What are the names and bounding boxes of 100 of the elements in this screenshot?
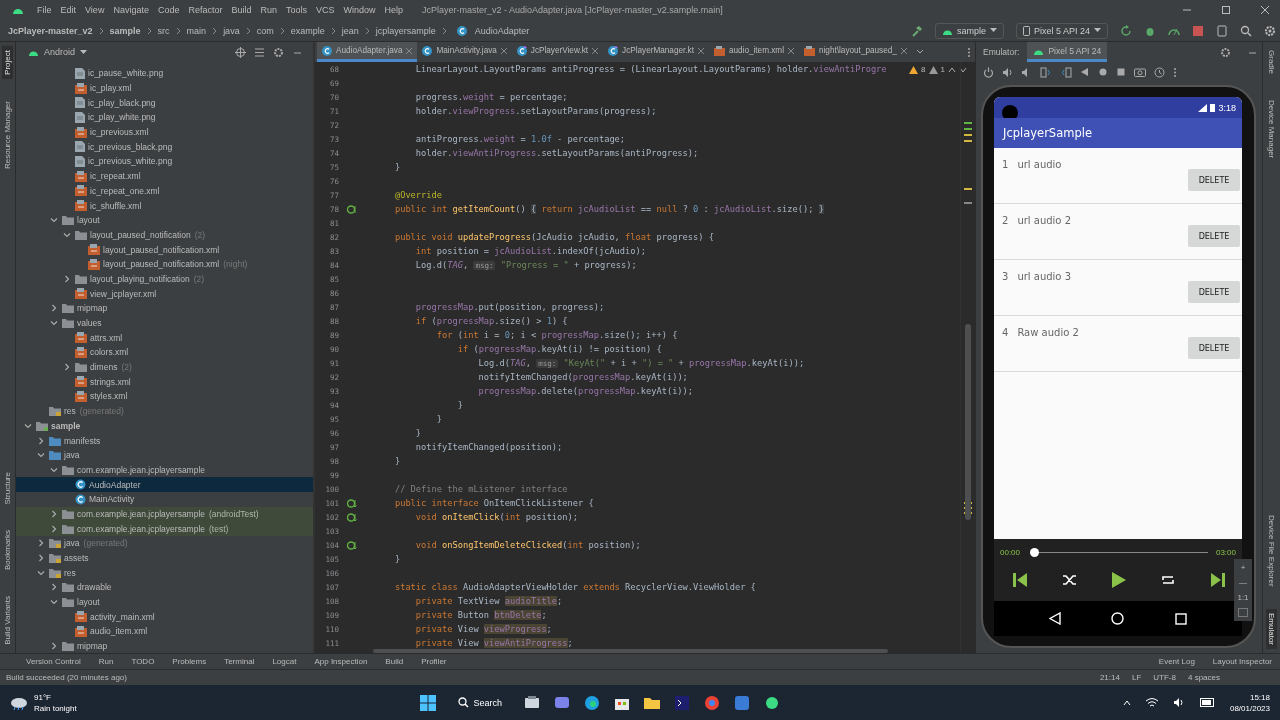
tree-item[interactable]: manifests — [16, 433, 313, 448]
clock-date[interactable]: 08/01/2023 — [1229, 702, 1270, 714]
tool-window-button[interactable]: Terminal — [224, 657, 255, 666]
menu-item[interactable]: Refactor — [188, 5, 223, 15]
tree-item[interactable]: audio_item.xml — [16, 624, 313, 639]
tree-item[interactable]: mipmap — [16, 638, 313, 654]
audio-title[interactable]: url audio 3 — [1017, 271, 1072, 282]
tool-window-button[interactable]: Run — [98, 657, 114, 666]
tree-item[interactable]: MainActivity — [16, 491, 313, 507]
device-dropdown[interactable]: Pixel 5 API 24 — [1015, 22, 1108, 39]
menu-item[interactable]: Tools — [286, 5, 307, 15]
breadcrumb[interactable]: src — [157, 25, 170, 36]
delete-button[interactable]: DELETE — [1188, 337, 1240, 359]
tool-window-tab[interactable]: Gradle — [1266, 46, 1277, 78]
tree-item[interactable]: view_jcplayer.xml — [16, 286, 313, 301]
tool-window-tab[interactable]: Device Manager — [1266, 96, 1277, 163]
tree-item[interactable]: ic_shuffle.xml — [16, 198, 313, 213]
project-view-dropdown[interactable]: Android — [24, 47, 92, 57]
audio-title[interactable]: url audio — [1017, 159, 1062, 170]
breadcrumb[interactable]: jean — [341, 25, 359, 36]
search-button[interactable]: Search — [449, 693, 511, 712]
menu-item[interactable]: VCS — [316, 5, 335, 15]
tool-window-button[interactable]: TODO — [131, 657, 155, 666]
tool-window-button[interactable]: Build — [385, 657, 404, 666]
tool-window-tab[interactable]: Bookmarks — [2, 526, 13, 575]
tool-window-button[interactable]: Version Control — [26, 657, 81, 666]
tree-item[interactable]: layout — [16, 212, 313, 228]
delete-button[interactable]: DELETE — [1188, 169, 1240, 191]
status-item[interactable]: 4 spaces — [1187, 673, 1220, 682]
clock-time[interactable]: 15:18 — [1249, 691, 1270, 703]
tool-window-button[interactable]: Logcat — [272, 657, 297, 666]
menu-item[interactable]: Code — [157, 5, 180, 15]
tree-item[interactable]: assets — [16, 550, 313, 566]
menu-item[interactable]: Edit — [60, 5, 77, 15]
menu-item[interactable]: Build — [231, 5, 252, 15]
breadcrumb[interactable]: java — [223, 25, 240, 36]
status-item[interactable]: 21:14 — [1099, 673, 1120, 682]
warning-count[interactable]: 8 — [921, 65, 926, 74]
tool-window-button[interactable]: Layout Inspector — [1212, 657, 1272, 666]
tree-item[interactable]: AudioAdapter — [16, 477, 313, 492]
tree-item[interactable]: attrs.xml — [16, 330, 313, 346]
menu-item[interactable]: View — [85, 5, 105, 15]
editor-tab[interactable]: AudioAdapter.java — [317, 42, 418, 62]
tool-window-tab[interactable]: Emulator — [1266, 609, 1277, 649]
breadcrumb[interactable]: JcPlayer-master_v2 — [8, 25, 93, 36]
tree-item[interactable]: layout — [16, 594, 313, 610]
breadcrumb[interactable]: jcplayersample — [375, 25, 436, 36]
tool-window-button[interactable]: Profiler — [421, 657, 447, 666]
editor-tab[interactable]: audio_item.xml — [708, 42, 799, 62]
status-item[interactable]: LF — [1131, 673, 1142, 682]
tree-item[interactable]: ic_play.xml — [16, 80, 313, 96]
tree-item[interactable]: ic_repeat_one.xml — [16, 183, 313, 199]
tree-item[interactable]: values — [16, 315, 313, 331]
editor-tab[interactable]: JcPlayerView.kt — [511, 42, 604, 62]
delete-button[interactable]: DELETE — [1188, 281, 1240, 303]
tree-item[interactable]: drawable — [16, 580, 313, 595]
breadcrumb[interactable]: sample — [109, 25, 141, 36]
device-tab[interactable]: Pixel 5 API 24 — [1027, 42, 1108, 62]
tree-item[interactable]: com.example.jean.jcplayersample — [16, 462, 313, 478]
breadcrumb[interactable]: com — [256, 25, 274, 36]
menu-item[interactable]: Window — [343, 5, 376, 15]
tool-window-button[interactable]: App Inspection — [314, 657, 368, 666]
tool-window-tab[interactable]: Structure — [2, 467, 13, 509]
tree-item[interactable]: activity_main.xml — [16, 609, 313, 625]
tree-item[interactable]: com.example.jean.jcplayersample (test) — [16, 521, 313, 536]
tree-item[interactable]: ic_previous_white.png — [16, 154, 313, 169]
breadcrumb[interactable]: AudioAdapter — [474, 25, 530, 36]
menu-item[interactable]: File — [37, 5, 52, 15]
tree-item[interactable]: strings.xml — [16, 374, 313, 390]
zoom-in-button[interactable]: + — [1240, 563, 1246, 572]
audio-title[interactable]: url audio 2 — [1017, 215, 1072, 226]
tree-item[interactable]: styles.xml — [16, 389, 313, 404]
zoom-out-button[interactable]: — — [1239, 578, 1247, 587]
tool-window-tab[interactable]: Project — [2, 46, 13, 79]
tree-item[interactable]: res — [16, 565, 313, 581]
tool-window-tab[interactable]: Resource Manager — [2, 96, 13, 173]
warning-count[interactable]: 1 — [940, 65, 945, 74]
tree-item[interactable]: mipmap — [16, 301, 313, 316]
tool-window-tab[interactable]: Build Variants — [2, 592, 13, 649]
tree-item[interactable]: layout_paused_notification.xml — [16, 242, 313, 257]
audio-title[interactable]: Raw audio 2 — [1017, 327, 1079, 338]
tool-window-tab[interactable]: Device File Explorer — [1266, 511, 1277, 591]
actual-size-button[interactable]: 1:1 — [1237, 593, 1249, 602]
tree-item[interactable]: ic_pause_white.png — [16, 66, 313, 81]
tree-item[interactable]: ic_repeat.xml — [16, 168, 313, 184]
editor-tab[interactable]: night\layout_paused_ — [799, 42, 912, 62]
tree-item[interactable]: ic_play_black.png — [16, 95, 313, 111]
tool-window-button[interactable]: Event Log — [1158, 657, 1195, 666]
breadcrumb[interactable]: example — [290, 25, 325, 36]
tree-item[interactable]: ic_previous_black.png — [16, 139, 313, 155]
menu-item[interactable]: Navigate — [113, 5, 149, 15]
tree-item[interactable]: ic_previous.xml — [16, 124, 313, 140]
run-config-dropdown[interactable]: sample — [934, 22, 1004, 39]
editor-tab[interactable]: MainActivity.java — [417, 42, 512, 62]
status-item[interactable]: UTF-8 — [1153, 673, 1176, 682]
breadcrumb[interactable]: main — [186, 25, 207, 36]
tree-item[interactable]: com.example.jean.jcplayersample (androidTest) — [16, 506, 313, 522]
menu-item[interactable]: Help — [384, 5, 404, 15]
delete-button[interactable]: DELETE — [1188, 225, 1240, 247]
editor-tab[interactable]: JcPlayerManager.kt — [603, 42, 709, 62]
